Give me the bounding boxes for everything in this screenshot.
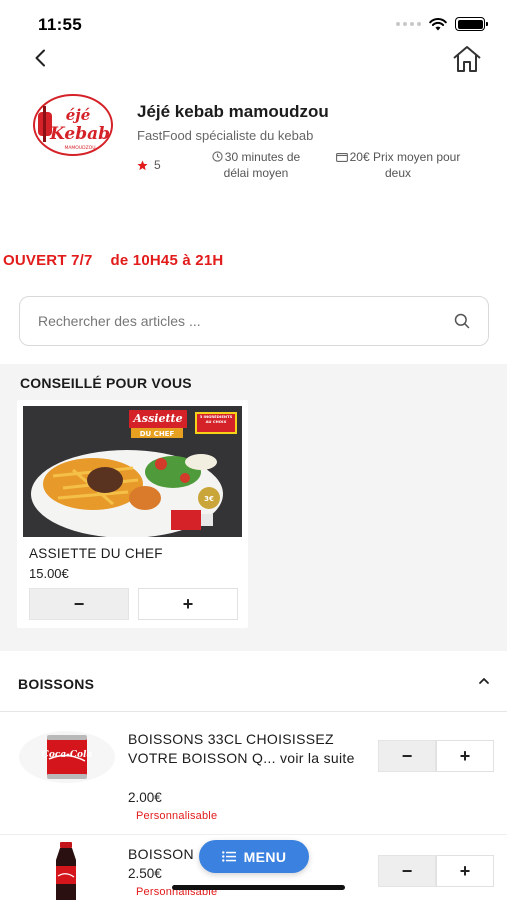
status-icons <box>396 17 488 31</box>
wifi-icon <box>429 17 447 30</box>
increase-quantity-button[interactable]: + <box>436 740 494 772</box>
customizable-badge: Personnalisable <box>136 810 218 822</box>
search-bar[interactable] <box>19 296 489 346</box>
category-title: BOISSONS <box>18 676 95 692</box>
average-price-line2: deux <box>384 166 412 180</box>
rating: 5 <box>137 157 161 173</box>
decrease-quantity-button[interactable]: − <box>378 740 436 772</box>
increase-quantity-button[interactable]: + <box>138 588 238 620</box>
product-price: 2.00€ <box>128 790 162 805</box>
rating-value: 5 <box>154 158 161 172</box>
delivery-time-line2: délai moyen <box>223 166 289 180</box>
home-button[interactable] <box>451 44 483 74</box>
recommended-title: CONSEILLÉ POUR VOUS <box>20 375 192 391</box>
back-button[interactable] <box>28 46 52 70</box>
menu-button[interactable]: MENU <box>199 840 309 873</box>
recommended-item-card[interactable]: 3€ Assiette DU CHEF 3 INGRÉDIENTS AU CHO… <box>17 400 248 628</box>
product-row[interactable]: Coca-Cola BOISSONS 33CL CHOISISSEZ VOTRE… <box>0 713 507 835</box>
open-days: OUVERT 7/7 <box>3 252 93 269</box>
svg-text:éjé: éjé <box>66 106 91 124</box>
open-time: de 10H45 à 21H <box>110 252 224 269</box>
product-image <box>18 842 116 900</box>
decrease-quantity-button[interactable]: − <box>29 588 129 620</box>
svg-text:MAMOUDZOU: MAMOUDZOU <box>64 145 95 151</box>
delivery-time: 30 minutes de délai moyen <box>200 149 312 181</box>
chevron-left-icon <box>35 49 45 67</box>
chevron-up-icon[interactable] <box>478 677 490 685</box>
status-bar: 11:55 <box>0 0 507 48</box>
menu-button-label: MENU <box>243 848 287 865</box>
home-indicator <box>172 885 345 890</box>
search-input[interactable] <box>38 313 454 329</box>
restaurant-logo: éjé Kebab MAMOUDZOU <box>30 92 114 158</box>
average-price-line1: 20€ Prix moyen pour <box>349 150 461 164</box>
home-icon <box>453 46 481 72</box>
recommended-section: CONSEILLÉ POUR VOUS 3€ Assiette DU CHEF … <box>0 364 507 651</box>
svg-text:3€: 3€ <box>204 495 214 503</box>
wallet-icon <box>335 153 348 162</box>
signal-icon <box>396 22 421 26</box>
opening-hours: OUVERT 7/7 de 10H45 à 21H <box>3 252 223 269</box>
decrease-quantity-button[interactable]: − <box>378 855 436 887</box>
product-name: BOISSONS 33CL CHOISISSEZ VOTRE BOISSON Q… <box>128 731 355 766</box>
product-image: Coca-Cola <box>18 729 116 785</box>
restaurant-subtitle: FastFood spécialiste du kebab <box>137 128 314 143</box>
status-time: 11:55 <box>38 15 83 34</box>
svg-text:Coca-Cola: Coca-Cola <box>42 750 93 760</box>
item-price: 15.00€ <box>29 566 69 581</box>
star-icon <box>137 159 148 170</box>
category-header[interactable]: BOISSONS <box>0 656 507 712</box>
search-icon[interactable] <box>454 313 470 329</box>
battery-icon <box>455 17 488 31</box>
svg-text:Kebab: Kebab <box>49 124 110 144</box>
delivery-time-line1: 30 minutes de <box>224 150 301 164</box>
average-price: 20€ Prix moyen pour deux <box>322 149 474 181</box>
list-icon <box>221 851 236 862</box>
svg-text:Assiette: Assiette <box>132 412 182 425</box>
restaurant-name: Jéjé kebab mamoudzou <box>137 102 329 121</box>
item-image: 3€ Assiette DU CHEF 3 INGRÉDIENTS AU CHO… <box>23 406 242 537</box>
clock-icon <box>212 151 223 162</box>
item-name: ASSIETTE DU CHEF <box>29 546 163 561</box>
svg-text:DU CHEF: DU CHEF <box>140 430 175 438</box>
increase-quantity-button[interactable]: + <box>436 855 494 887</box>
product-price: 2.50€ <box>128 866 162 881</box>
